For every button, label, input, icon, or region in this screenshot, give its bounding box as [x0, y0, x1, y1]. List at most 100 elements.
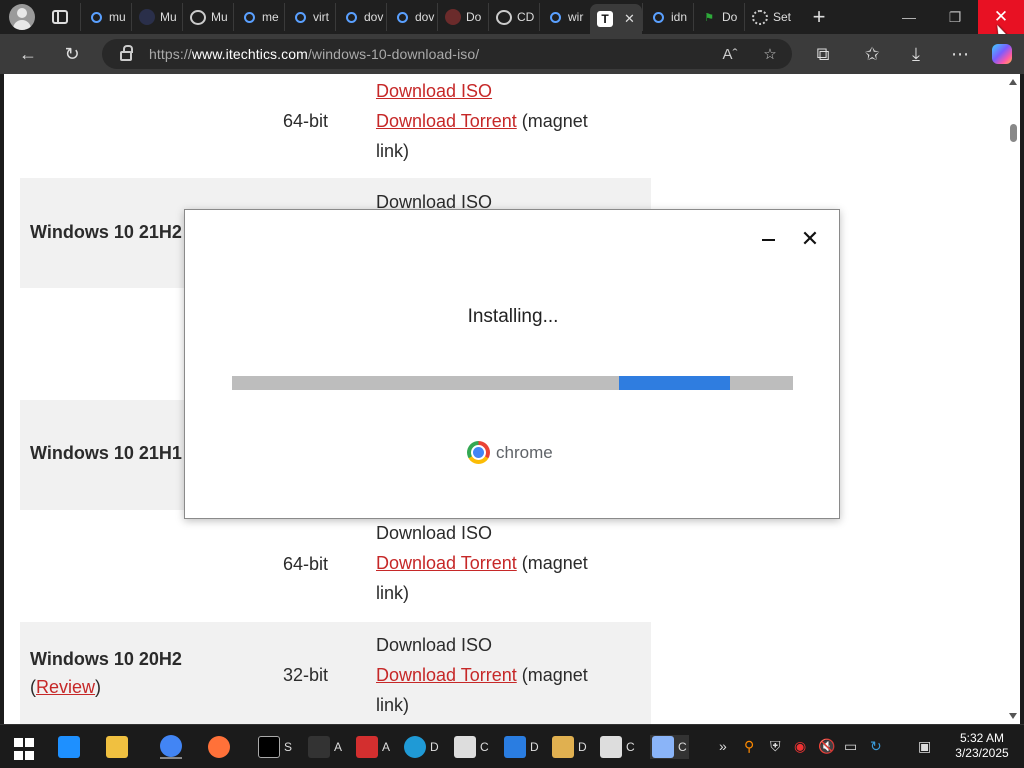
lock-icon[interactable]: [120, 45, 133, 61]
app-icon: [308, 736, 330, 758]
dialog-minimize-button[interactable]: [757, 230, 779, 250]
table-row: Windows 10 20H2 (Review) 32-bit Download…: [20, 622, 651, 724]
taskbar-app[interactable]: [58, 735, 80, 759]
clock-time: 5:32 AM: [959, 731, 1005, 745]
version-cell: Windows 10 20H2 (Review): [30, 649, 182, 704]
taskbar-app[interactable]: S: [258, 735, 292, 759]
system-clock[interactable]: 5:32 AM 3/23/2025: [952, 731, 1012, 761]
taskbar-app-label: C: [678, 740, 687, 754]
gear-icon: [752, 9, 768, 25]
back-arrow-icon[interactable]: ←: [16, 42, 40, 66]
restore-window-button[interactable]: ❐: [932, 0, 978, 34]
search-icon: [394, 9, 410, 25]
taskbar-app[interactable]: D: [404, 735, 439, 759]
tab[interactable]: me: [233, 3, 284, 31]
taskbar-app[interactable]: [106, 735, 128, 759]
address-bar[interactable]: https://www.itechtics.com/windows-10-dow…: [102, 39, 792, 69]
review-text: (Review): [30, 677, 102, 697]
show-more-tray-icon[interactable]: »: [719, 738, 727, 754]
taskbar-app[interactable]: A: [308, 735, 342, 759]
scrollbar-thumb[interactable]: [1010, 124, 1017, 142]
sync-tray-icon[interactable]: ↻: [870, 738, 882, 755]
taskbar-app[interactable]: C: [600, 735, 635, 759]
scroll-down-arrow-icon[interactable]: [1009, 713, 1017, 719]
tab-label: Mu: [211, 10, 228, 24]
network-tray-icon[interactable]: ▭: [844, 738, 857, 755]
close-tab-icon[interactable]: ✕: [624, 11, 635, 27]
magnet-text: (magnet: [516, 553, 588, 573]
url-scheme: https://: [149, 46, 192, 62]
taskbar-app-label: C: [480, 740, 489, 754]
download-arrow-icon: [504, 736, 526, 758]
notification-tray-icon[interactable]: ▣: [918, 738, 931, 755]
taskbar-app-label: D: [530, 740, 539, 754]
download-iso-link[interactable]: Download ISO: [376, 81, 492, 101]
scroll-up-arrow-icon[interactable]: [1009, 79, 1017, 85]
tab[interactable]: virt: [284, 3, 335, 31]
download-torrent-link[interactable]: Download Torrent: [376, 111, 517, 131]
tab-label: dov: [415, 10, 435, 24]
windows-taskbar: S A A D C D D C C » ⚲ ⛨ ◉ 🔇 ▭ ↻ ▣ 5:32 A…: [0, 724, 1024, 768]
taskbar-app-label: D: [430, 740, 439, 754]
taskbar-app[interactable]: A: [356, 735, 390, 759]
minimize-window-button[interactable]: —: [886, 0, 932, 34]
taskbar-app[interactable]: D: [552, 735, 587, 759]
chrome-logo-icon: [467, 441, 490, 464]
download-torrent-link[interactable]: Download Torrent: [376, 553, 517, 573]
dialog-close-button[interactable]: ✕: [799, 226, 821, 251]
browser-toolbar: ← ↻ https://www.itechtics.com/windows-10…: [0, 34, 1024, 74]
volume-muted-icon[interactable]: 🔇: [818, 738, 835, 755]
favorites-icon[interactable]: ✩: [860, 42, 884, 66]
profile-avatar-icon[interactable]: [9, 4, 35, 30]
review-link[interactable]: Review: [36, 677, 95, 697]
extensions-icon[interactable]: ⧉: [811, 42, 835, 66]
copilot-icon[interactable]: [990, 42, 1014, 66]
tab[interactable]: Mu: [182, 3, 233, 31]
refresh-icon[interactable]: ↻: [60, 42, 84, 66]
new-tab-button[interactable]: +: [807, 4, 831, 30]
tab-label: Do: [466, 10, 482, 24]
tab[interactable]: dov: [386, 3, 437, 31]
url-text[interactable]: https://www.itechtics.com/windows-10-dow…: [149, 46, 479, 62]
downloads-icon[interactable]: ⤓: [904, 42, 928, 66]
read-aloud-icon[interactable]: Aˆ: [720, 44, 740, 64]
magnet-text: link): [376, 141, 410, 161]
brand-name: chrome: [496, 442, 553, 462]
recording-tray-icon[interactable]: ◉: [794, 738, 806, 755]
tab-active[interactable]: T ✕: [590, 4, 642, 34]
download-torrent-link[interactable]: Download Torrent: [376, 665, 517, 685]
taskbar-app[interactable]: D: [504, 735, 539, 759]
tab[interactable]: mu: [80, 3, 131, 31]
search-tray-icon[interactable]: ⚲: [744, 738, 754, 755]
tab[interactable]: idn: [642, 3, 693, 31]
page-scrollbar[interactable]: [1006, 74, 1020, 724]
tab[interactable]: Do: [437, 3, 488, 31]
tab[interactable]: CD: [488, 3, 539, 31]
architecture-cell: 64-bit: [283, 554, 329, 574]
chrome-icon: [160, 735, 182, 757]
tab-list: mu Mu Mu me virt dov dov Do CD wir T ✕ id…: [80, 0, 831, 34]
tab[interactable]: dov: [335, 3, 386, 31]
tab[interactable]: Set: [744, 3, 795, 31]
tab-actions-icon[interactable]: [52, 10, 68, 24]
download-cell: Download ISO Download Torrent (magnet li…: [376, 518, 646, 608]
download-cell: Download ISO Download Torrent (magnet li…: [376, 630, 646, 720]
anydesk-icon: [356, 736, 378, 758]
search-icon: [343, 9, 359, 25]
taskbar-app[interactable]: [160, 735, 182, 759]
taskbar-app[interactable]: [208, 735, 230, 759]
terminal-icon: [258, 736, 280, 758]
magnet-text: (magnet: [516, 111, 588, 131]
tab[interactable]: wir: [539, 3, 590, 31]
more-options-icon[interactable]: ⋯: [948, 42, 972, 66]
taskbar-app-active[interactable]: C: [650, 735, 689, 759]
windows-start-icon[interactable]: [14, 737, 34, 761]
favorite-star-icon[interactable]: ☆: [760, 44, 780, 64]
security-tray-icon[interactable]: ⛨: [770, 738, 781, 755]
search-icon: [292, 9, 308, 25]
tab[interactable]: ⚑ Do: [693, 3, 744, 31]
tab[interactable]: Mu: [131, 3, 182, 31]
tab-label: Do: [722, 10, 738, 24]
taskbar-app[interactable]: C: [454, 735, 489, 759]
magnet-text: link): [376, 583, 410, 603]
